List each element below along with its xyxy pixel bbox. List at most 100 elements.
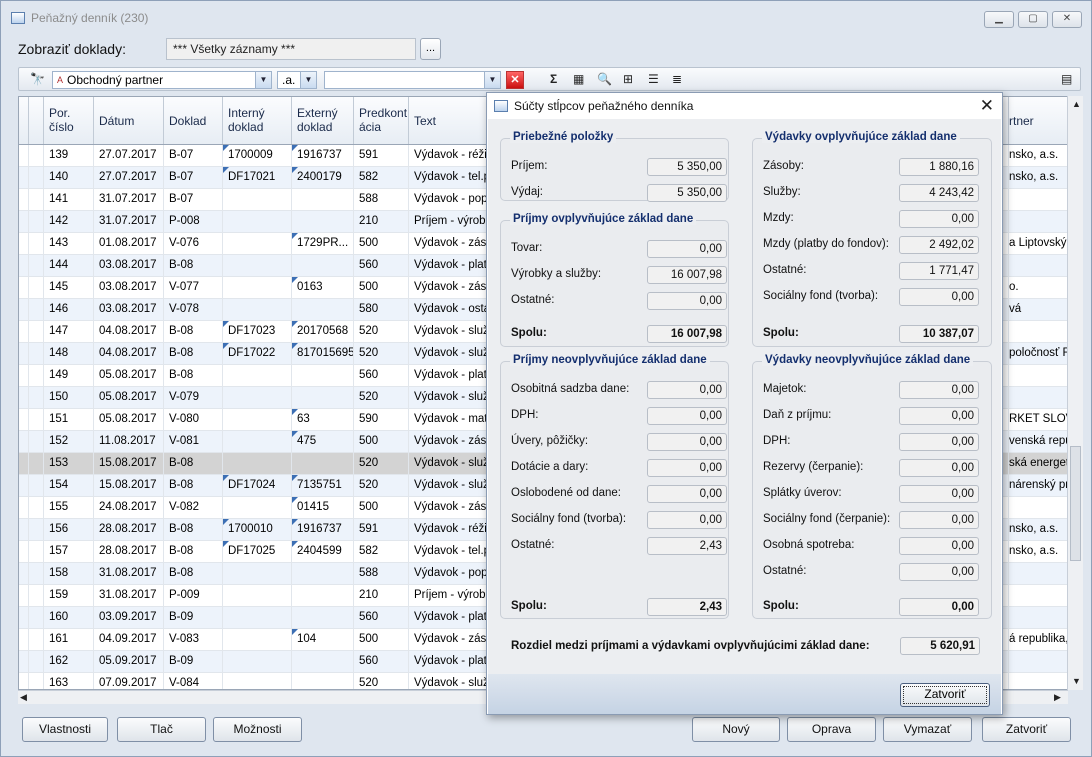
col-header-doklad[interactable]: Doklad bbox=[164, 97, 223, 144]
cell-text: nsko, a.s. bbox=[1009, 523, 1059, 535]
settings-icon[interactable]: ▤ bbox=[1061, 72, 1072, 86]
cell-text: 20170568 bbox=[297, 325, 349, 337]
table-cell: 156 bbox=[44, 519, 94, 540]
scroll-thumb[interactable] bbox=[1070, 446, 1081, 561]
table-cell bbox=[29, 431, 44, 452]
table-cell bbox=[29, 563, 44, 584]
table-cell: V-082 bbox=[164, 497, 223, 518]
field-value: 0,00 bbox=[647, 292, 727, 310]
scroll-right-icon[interactable]: ▶ bbox=[1054, 692, 1061, 703]
cell-text: 03.08.2017 bbox=[99, 303, 157, 315]
delete-button[interactable]: Vymazať bbox=[883, 717, 972, 742]
row-indicator-header bbox=[19, 97, 29, 144]
table-cell: 151 bbox=[44, 409, 94, 430]
table-cell bbox=[19, 189, 29, 210]
table-cell: 139 bbox=[44, 145, 94, 166]
title-bar: Peňažný denník (230) bbox=[1, 1, 1091, 35]
filter-browse-button[interactable]: ... bbox=[420, 38, 441, 60]
options-button[interactable]: Možnosti bbox=[213, 717, 302, 742]
chevron-down-icon[interactable]: ▼ bbox=[484, 72, 500, 88]
dialog-body: Priebežné položky Príjem: 5 350,00 Výdaj: 5… bbox=[488, 119, 1001, 714]
table-cell bbox=[19, 673, 29, 689]
table-cell: V-081 bbox=[164, 431, 223, 452]
col-header-por[interactable]: Por. číslo bbox=[44, 97, 94, 144]
table-cell: 146 bbox=[44, 299, 94, 320]
group-title: Výdavky ovplyvňujúce základ dane bbox=[762, 131, 960, 143]
list-icon[interactable]: ☰ bbox=[648, 72, 659, 86]
search-value-select[interactable]: ▼ bbox=[324, 71, 501, 89]
cell-text: DF17025 bbox=[228, 545, 276, 557]
print-button[interactable]: Tlač bbox=[117, 717, 206, 742]
sum-icon[interactable]: Σ bbox=[550, 72, 557, 86]
table-cell bbox=[292, 563, 354, 584]
close-window-button[interactable]: ✕ bbox=[1052, 11, 1082, 28]
col-header-partner[interactable]: rtner bbox=[1004, 97, 1071, 144]
table-cell: 1700010 bbox=[223, 519, 292, 540]
cell-text: 151 bbox=[49, 413, 69, 425]
field-value: 0,00 bbox=[647, 381, 727, 399]
close-button[interactable]: Zatvoriť bbox=[982, 717, 1071, 742]
table-cell: DF17025 bbox=[223, 541, 292, 562]
cell-text: 144 bbox=[49, 259, 69, 271]
table-cell: 817015695 bbox=[292, 343, 354, 364]
table-cell: 0163 bbox=[292, 277, 354, 298]
link-marker-icon bbox=[292, 431, 298, 437]
cell-text: 1700010 bbox=[228, 523, 273, 535]
field-label: Výrobky a služby: bbox=[511, 268, 602, 280]
field-label: Tovar: bbox=[511, 242, 543, 254]
chevron-down-icon[interactable]: ▼ bbox=[300, 72, 316, 88]
cell-text: 1700009 bbox=[228, 149, 273, 161]
filter-field[interactable]: *** Všetky záznamy *** bbox=[166, 38, 416, 60]
scroll-down-icon[interactable]: ▼ bbox=[1072, 676, 1081, 686]
chevron-down-icon[interactable]: ▼ bbox=[255, 72, 271, 88]
scroll-up-icon[interactable]: ▲ bbox=[1072, 99, 1081, 109]
link-marker-icon bbox=[223, 519, 229, 525]
vertical-scrollbar[interactable]: ▲ ▼ bbox=[1067, 96, 1083, 690]
table-cell: 104 bbox=[292, 629, 354, 650]
field-label: Osobná spotreba: bbox=[763, 539, 855, 551]
cell-text: B-09 bbox=[169, 655, 194, 667]
table-cell bbox=[29, 541, 44, 562]
table-cell bbox=[1004, 189, 1071, 210]
edit-button[interactable]: Oprava bbox=[787, 717, 876, 742]
col-header-interny[interactable]: Interný doklad bbox=[223, 97, 292, 144]
cell-text: 141 bbox=[49, 193, 69, 205]
column-select[interactable]: A Obchodný partner ▼ bbox=[52, 71, 272, 89]
tree-icon[interactable]: ⊞ bbox=[623, 72, 633, 86]
col-header-externy[interactable]: Externý doklad bbox=[292, 97, 354, 144]
preview-icon[interactable]: 🔍 bbox=[597, 72, 612, 86]
cell-text: V-082 bbox=[169, 501, 200, 513]
operator-select[interactable]: .a. ▼ bbox=[277, 71, 317, 89]
close-icon[interactable]: ✕ bbox=[980, 96, 994, 116]
table-cell bbox=[19, 585, 29, 606]
cell-text: V-079 bbox=[169, 391, 200, 403]
field-label: DPH: bbox=[763, 435, 791, 447]
table-cell: V-077 bbox=[164, 277, 223, 298]
cell-text: 148 bbox=[49, 347, 69, 359]
col-header-datum[interactable]: Dátum bbox=[94, 97, 164, 144]
col-header-predkontacia[interactable]: Predkont ácia bbox=[354, 97, 409, 144]
minimize-button[interactable]: ▁ bbox=[984, 11, 1014, 28]
cell-text: 07.09.2017 bbox=[99, 677, 157, 689]
cell-text: 161 bbox=[49, 633, 69, 645]
table-cell bbox=[1004, 211, 1071, 232]
link-marker-icon bbox=[223, 145, 229, 151]
new-button[interactable]: Nový bbox=[692, 717, 780, 742]
numbered-list-icon[interactable]: ≣ bbox=[672, 72, 682, 86]
properties-button[interactable]: Vlastnosti bbox=[22, 717, 108, 742]
table-cell bbox=[292, 453, 354, 474]
table-cell: 01415 bbox=[292, 497, 354, 518]
scroll-left-icon[interactable]: ◀ bbox=[20, 692, 27, 703]
table-cell: DF17022 bbox=[223, 343, 292, 364]
table-cell: B-08 bbox=[164, 563, 223, 584]
table-cell: 15.08.2017 bbox=[94, 453, 164, 474]
cell-text: 04.08.2017 bbox=[99, 325, 157, 337]
dialog-close-button[interactable]: Zatvoriť bbox=[900, 683, 990, 707]
cell-text: 1916737 bbox=[297, 523, 342, 535]
table-cell: 520 bbox=[354, 475, 409, 496]
binoculars-icon[interactable]: 🔭 bbox=[30, 72, 45, 86]
clear-filter-icon[interactable]: ✕ bbox=[506, 71, 524, 89]
maximize-button[interactable]: ▢ bbox=[1018, 11, 1048, 28]
table-cell: 162 bbox=[44, 651, 94, 672]
calculator-icon[interactable]: ▦ bbox=[573, 72, 584, 86]
